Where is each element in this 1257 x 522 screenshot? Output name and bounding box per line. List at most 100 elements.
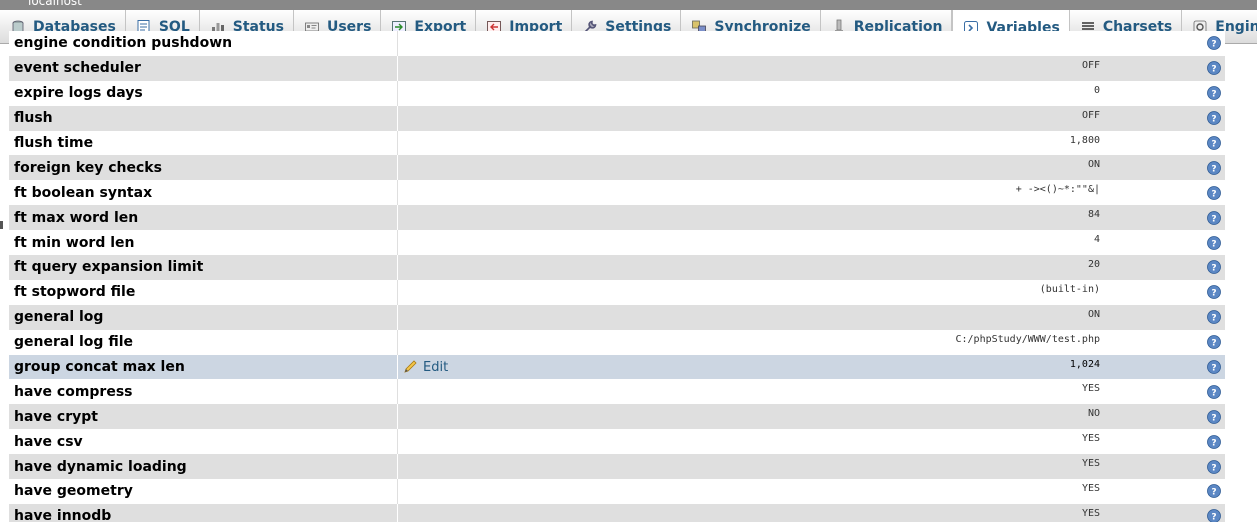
help-icon[interactable]: ? bbox=[1207, 160, 1221, 175]
variable-value: ON bbox=[1087, 159, 1100, 171]
variables-table: engine condition pushdown ? event schedu… bbox=[9, 31, 1225, 522]
table-row: ft min word len 4 ? bbox=[9, 230, 1225, 256]
svg-text:?: ? bbox=[1211, 289, 1216, 299]
left-edge-marker bbox=[0, 221, 3, 229]
variable-name: ft min word len bbox=[9, 230, 398, 256]
table-row: flush OFF ? bbox=[9, 105, 1225, 131]
top-breadcrumb-strip: localhost bbox=[0, 0, 1257, 10]
pencil-icon bbox=[404, 360, 417, 373]
variable-name: engine condition pushdown bbox=[9, 31, 398, 56]
table-row: have dynamic loading YES ? bbox=[9, 454, 1225, 480]
variable-name: have crypt bbox=[9, 404, 398, 430]
variable-value: YES bbox=[1081, 383, 1100, 395]
help-icon[interactable]: ? bbox=[1207, 36, 1221, 51]
svg-text:?: ? bbox=[1211, 90, 1216, 100]
help-icon[interactable]: ? bbox=[1207, 210, 1221, 225]
variable-name: have dynamic loading bbox=[9, 454, 398, 480]
help-icon[interactable]: ? bbox=[1207, 185, 1221, 200]
breadcrumb[interactable]: localhost bbox=[28, 0, 82, 8]
svg-text:?: ? bbox=[1211, 314, 1216, 324]
variable-name: ft stopword file bbox=[9, 279, 398, 305]
variable-value: (built-in) bbox=[1039, 283, 1100, 295]
help-icon[interactable]: ? bbox=[1207, 285, 1221, 300]
variable-name: ft boolean syntax bbox=[9, 180, 398, 206]
variable-name: event scheduler bbox=[9, 55, 398, 81]
variable-name: expire logs days bbox=[9, 80, 398, 106]
help-icon[interactable]: ? bbox=[1207, 509, 1221, 522]
help-icon[interactable]: ? bbox=[1207, 360, 1221, 374]
variable-value: YES bbox=[1081, 458, 1100, 470]
svg-text:?: ? bbox=[1211, 513, 1216, 522]
svg-text:?: ? bbox=[1211, 463, 1216, 473]
table-row: have compress YES ? bbox=[9, 379, 1225, 405]
help-icon[interactable]: ? bbox=[1207, 409, 1221, 424]
help-icon[interactable]: ? bbox=[1207, 111, 1221, 126]
variable-value: YES bbox=[1081, 433, 1100, 445]
help-icon[interactable]: ? bbox=[1207, 136, 1221, 150]
table-row: flush time 1,800 ? bbox=[9, 130, 1225, 156]
variable-value: OFF bbox=[1081, 59, 1100, 71]
help-icon[interactable]: ? bbox=[1207, 335, 1221, 350]
table-row: engine condition pushdown ? bbox=[9, 31, 1225, 56]
variable-name: have csv bbox=[9, 429, 398, 455]
svg-text:?: ? bbox=[1211, 65, 1216, 75]
svg-text:?: ? bbox=[1211, 264, 1216, 274]
variable-name: general log bbox=[9, 304, 398, 330]
table-row-highlighted: group concat max len Edit 1,024 ? bbox=[9, 354, 1225, 380]
svg-text:?: ? bbox=[1211, 164, 1216, 174]
table-row: have geometry YES ? bbox=[9, 479, 1225, 504]
table-row: ft boolean syntax + -><()~*:""&| ? bbox=[9, 180, 1225, 206]
variable-value: 20 bbox=[1087, 258, 1100, 270]
svg-text:?: ? bbox=[1211, 140, 1216, 150]
help-icon[interactable]: ? bbox=[1207, 86, 1221, 101]
svg-text:?: ? bbox=[1211, 115, 1216, 125]
variable-name: flush time bbox=[9, 130, 398, 156]
variable-name: ft query expansion limit bbox=[9, 255, 398, 280]
svg-text:?: ? bbox=[1211, 40, 1216, 50]
edit-label: Edit bbox=[423, 359, 449, 375]
table-row: ft max word len 84 ? bbox=[9, 205, 1225, 231]
svg-text:?: ? bbox=[1211, 388, 1216, 398]
svg-text:?: ? bbox=[1211, 438, 1216, 448]
variable-value: + -><()~*:""&| bbox=[1015, 184, 1100, 196]
svg-text:?: ? bbox=[1211, 339, 1216, 349]
variable-name: have geometry bbox=[9, 479, 398, 504]
variable-value: C:/phpStudy/WWW/test.php bbox=[955, 333, 1101, 345]
variable-name: flush bbox=[9, 105, 398, 131]
variable-name: group concat max len bbox=[9, 354, 398, 380]
svg-text:?: ? bbox=[1211, 488, 1216, 498]
variable-value: 1,024 bbox=[1069, 358, 1100, 370]
help-icon[interactable]: ? bbox=[1207, 459, 1221, 474]
variable-name: have innodb bbox=[9, 503, 398, 522]
table-row: general log file C:/phpStudy/WWW/test.ph… bbox=[9, 329, 1225, 355]
variable-value: YES bbox=[1081, 507, 1100, 519]
table-row: event scheduler OFF ? bbox=[9, 55, 1225, 81]
help-icon[interactable]: ? bbox=[1207, 484, 1221, 499]
variable-value: 0 bbox=[1093, 84, 1100, 96]
variable-name: general log file bbox=[9, 329, 398, 355]
table-row: ft stopword file (built-in) ? bbox=[9, 279, 1225, 305]
variable-value: 4 bbox=[1093, 234, 1100, 246]
variable-value: ON bbox=[1087, 308, 1100, 320]
svg-text:?: ? bbox=[1211, 413, 1216, 423]
svg-text:?: ? bbox=[1211, 364, 1216, 374]
svg-text:?: ? bbox=[1211, 239, 1216, 249]
table-row: expire logs days 0 ? bbox=[9, 80, 1225, 106]
help-icon[interactable]: ? bbox=[1207, 385, 1221, 399]
help-icon[interactable]: ? bbox=[1207, 61, 1221, 76]
variable-name: foreign key checks bbox=[9, 155, 398, 181]
help-icon[interactable]: ? bbox=[1207, 434, 1221, 449]
help-icon[interactable]: ? bbox=[1207, 260, 1221, 275]
table-row: have csv YES ? bbox=[9, 429, 1225, 455]
help-icon[interactable]: ? bbox=[1207, 310, 1221, 325]
variable-name: have compress bbox=[9, 379, 398, 405]
variable-value: YES bbox=[1081, 482, 1100, 494]
variable-name: ft max word len bbox=[9, 205, 398, 231]
svg-text:?: ? bbox=[1211, 189, 1216, 199]
svg-text:?: ? bbox=[1211, 214, 1216, 224]
table-row: have innodb YES ? bbox=[9, 503, 1225, 522]
help-icon[interactable]: ? bbox=[1207, 235, 1221, 250]
variable-value: 84 bbox=[1087, 209, 1100, 221]
edit-link[interactable]: Edit bbox=[403, 355, 448, 380]
variable-value: NO bbox=[1087, 408, 1100, 420]
